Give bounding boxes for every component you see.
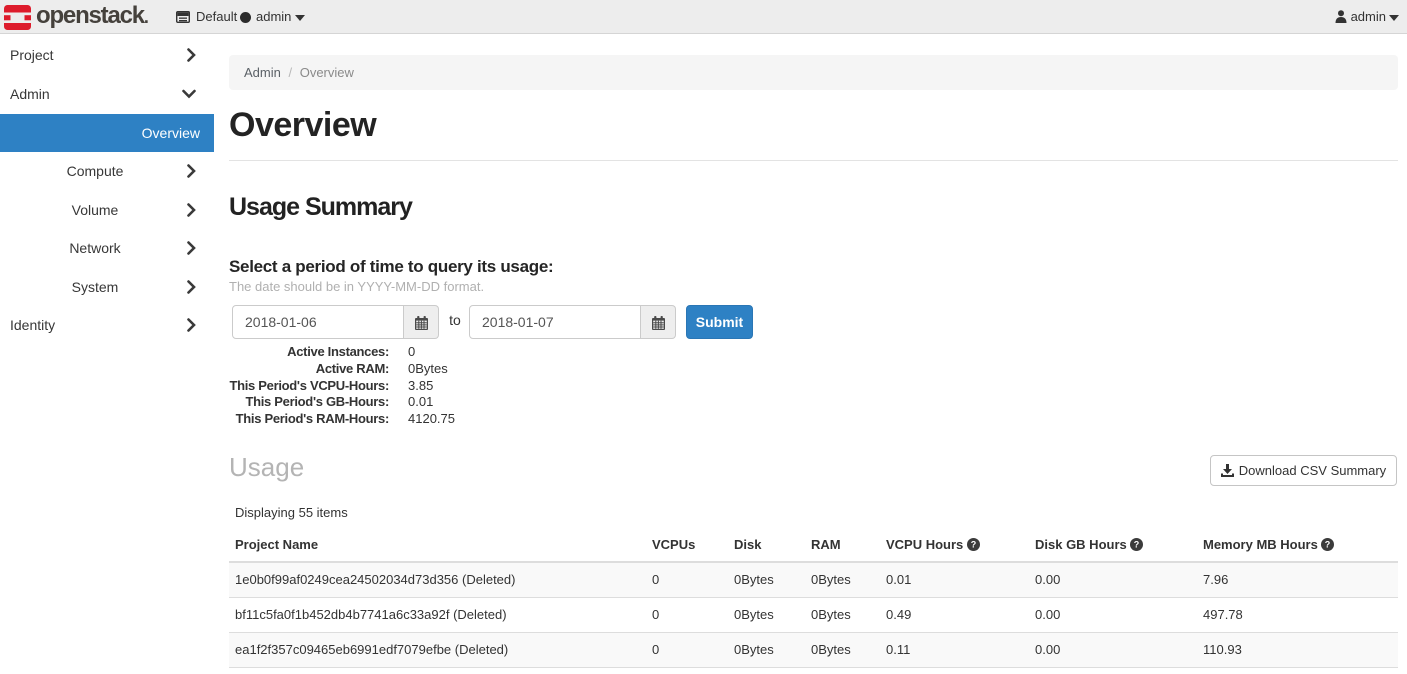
- svg-text:?: ?: [971, 540, 977, 550]
- svg-text:?: ?: [1134, 540, 1140, 550]
- svg-text:?: ?: [1325, 540, 1331, 550]
